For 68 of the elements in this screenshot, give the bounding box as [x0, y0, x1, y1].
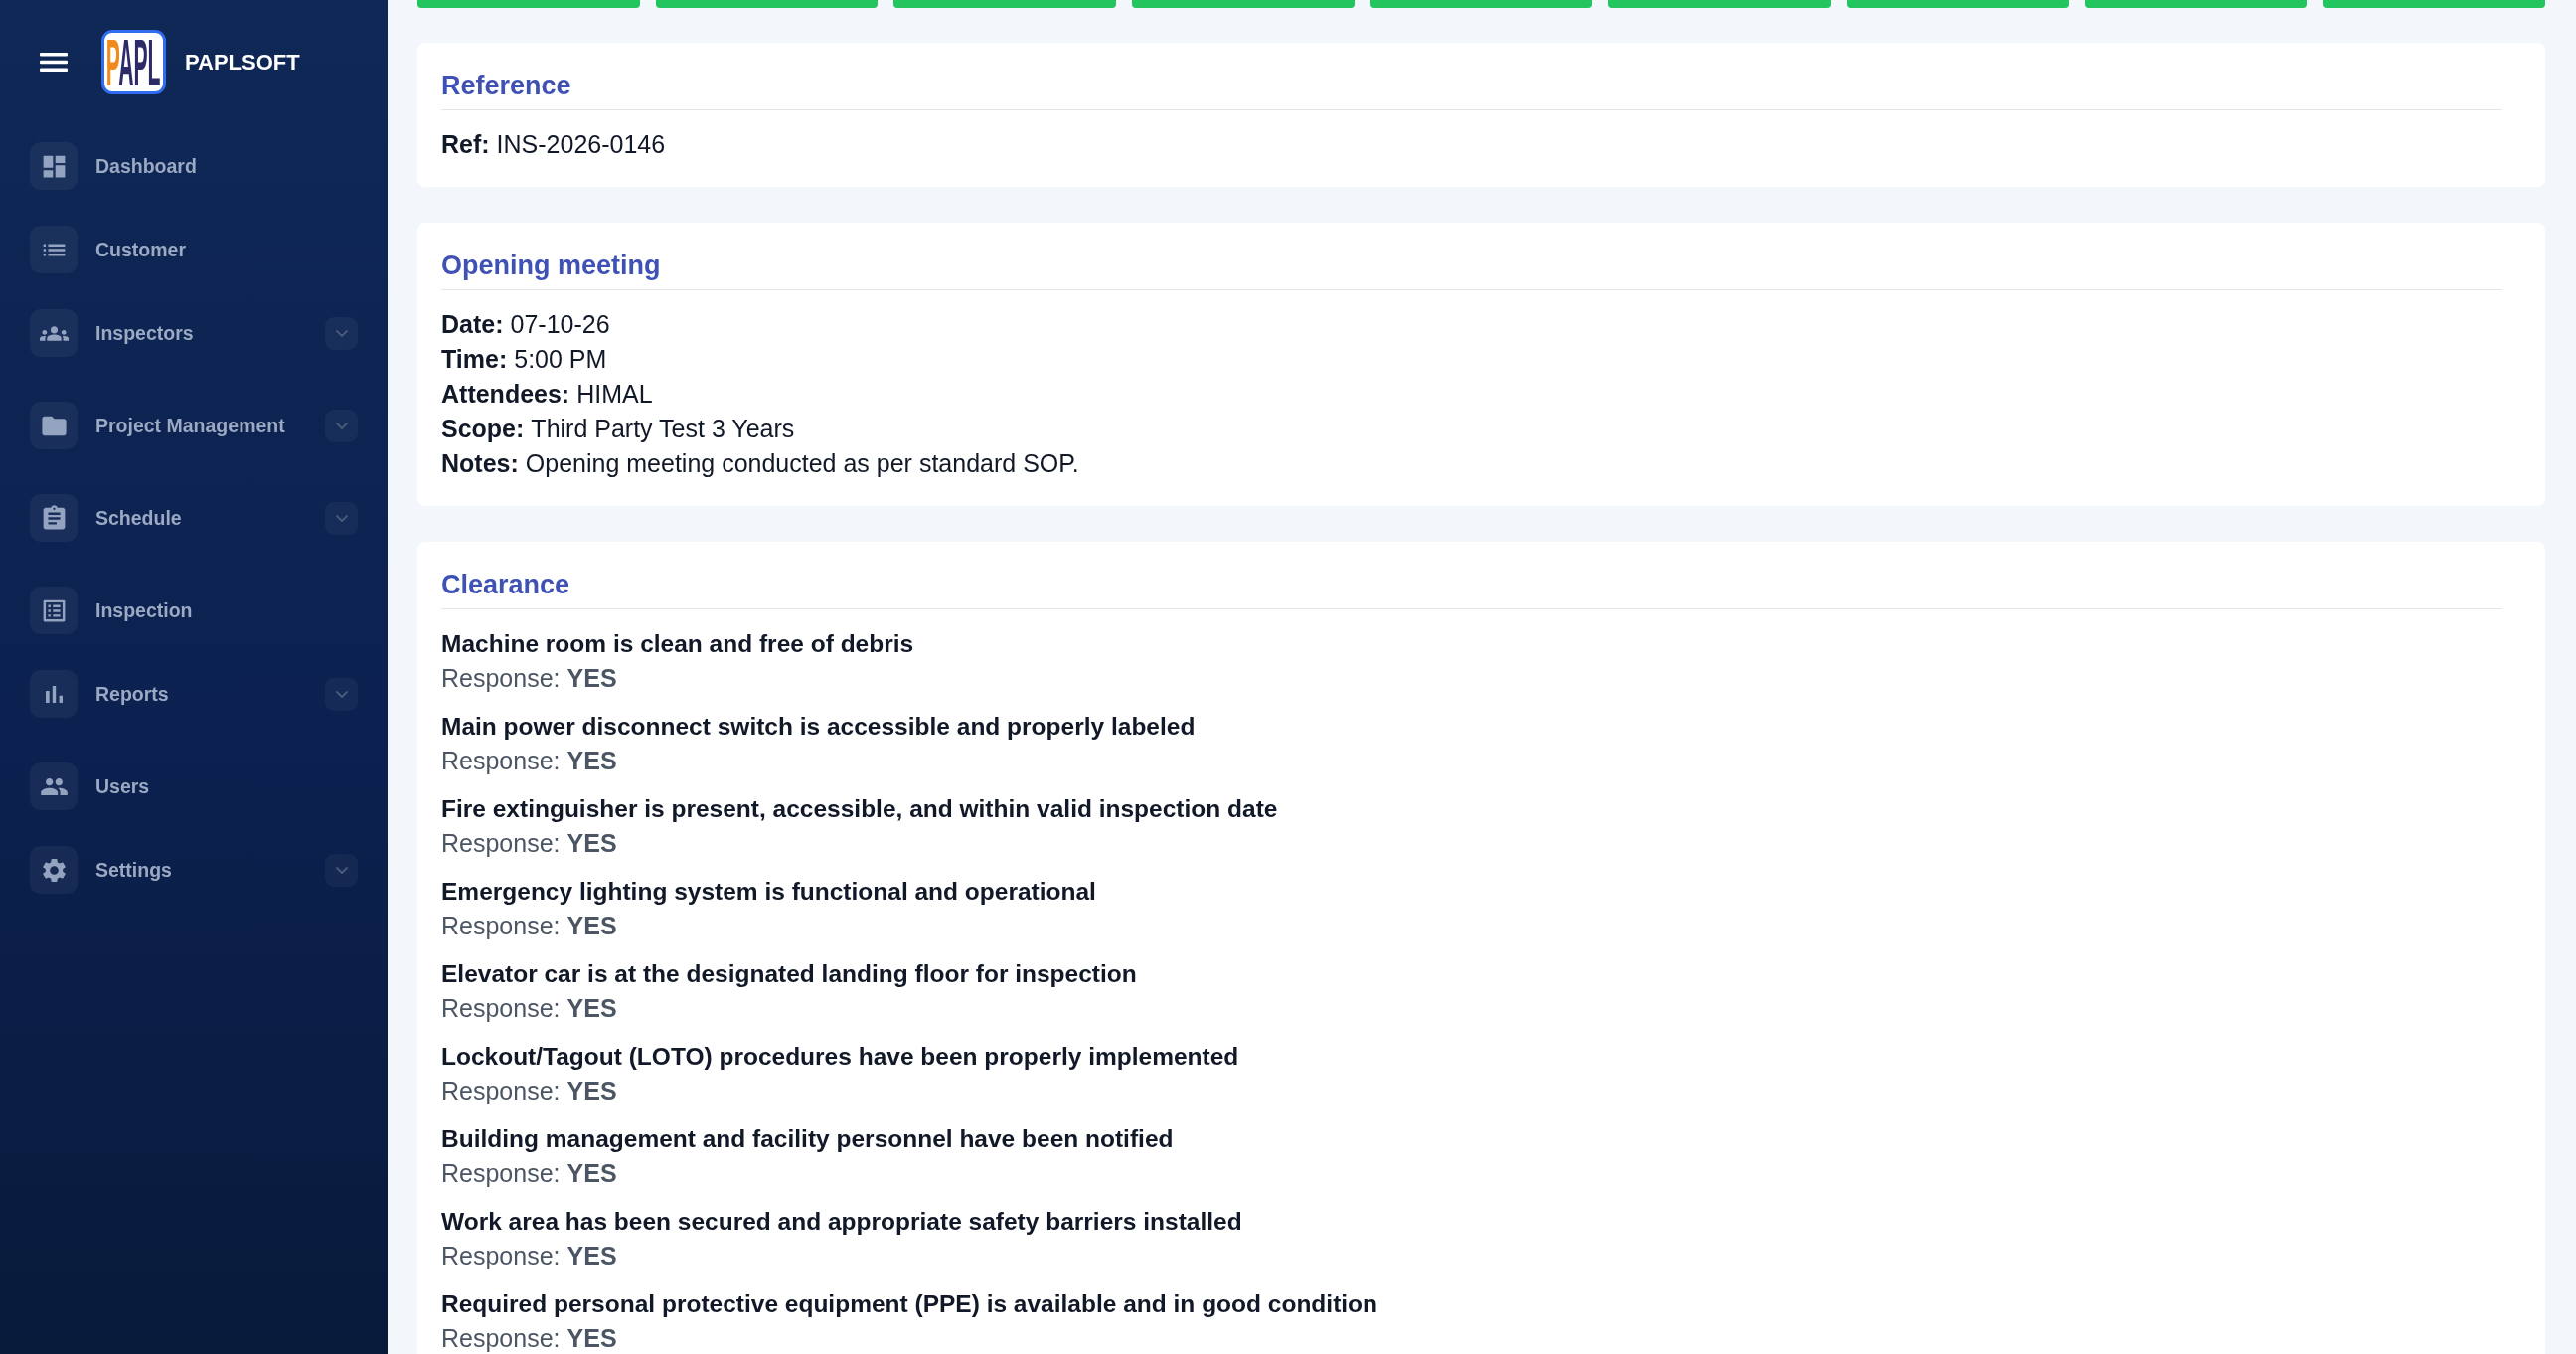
expand-button[interactable]	[325, 501, 358, 535]
sidebar-link[interactable]: Inspectors	[95, 321, 194, 345]
field-value: Opening meeting conducted as per standard SOP.	[525, 449, 1079, 477]
checklist-question: Machine room is clean and free of debris	[441, 630, 914, 657]
response-label: Response:	[441, 664, 561, 692]
expand-button[interactable]	[325, 677, 358, 711]
field-value: INS-2026-0146	[496, 130, 666, 158]
field-value: 5:00 PM	[514, 345, 607, 373]
logo: PAPL	[101, 30, 166, 94]
settings-icon	[30, 846, 78, 894]
people-group-icon	[30, 309, 78, 357]
response-value: YES	[566, 829, 617, 857]
list-box-icon	[30, 587, 78, 634]
response-value: YES	[566, 1242, 617, 1269]
response-value: YES	[566, 994, 617, 1022]
response-value: YES	[566, 1324, 617, 1352]
response-value: YES	[566, 912, 617, 939]
field-label: Notes:	[441, 449, 519, 477]
menu-icon[interactable]	[40, 53, 68, 72]
response-value: YES	[566, 664, 617, 692]
expand-button[interactable]	[325, 409, 358, 442]
field-label: Time:	[441, 345, 508, 373]
expand-button[interactable]	[325, 316, 358, 350]
field-value: Third Party Test 3 Years	[531, 415, 795, 442]
section-title: Clearance	[441, 570, 570, 599]
sidebar-link[interactable]: Schedule	[95, 506, 182, 530]
field-label: Scope:	[441, 415, 525, 442]
sidebar-link[interactable]: Inspection	[95, 598, 193, 622]
sidebar-link[interactable]: Settings	[95, 858, 172, 882]
field-label: Attendees:	[441, 380, 570, 408]
field-value: 07-10-26	[510, 310, 610, 338]
section-title: Reference	[441, 71, 571, 100]
sidebar-link[interactable]: Project Management	[95, 414, 285, 437]
layout-grid-icon	[30, 142, 78, 190]
field-label: Date:	[441, 310, 504, 338]
response-label: Response:	[441, 1242, 561, 1269]
people-icon	[30, 762, 78, 810]
response-label: Response:	[441, 1077, 561, 1104]
field-label: Ref:	[441, 130, 490, 158]
folder-icon	[30, 402, 78, 449]
response-label: Response:	[441, 912, 561, 939]
response-label: Response:	[441, 829, 561, 857]
response-value: YES	[566, 747, 617, 774]
checklist-question: Fire extinguisher is present, accessible, and within valid inspection date	[441, 795, 1278, 822]
expand-button[interactable]	[325, 853, 358, 887]
response-label: Response:	[441, 994, 561, 1022]
bar-chart-icon	[30, 670, 78, 718]
sidebar-link[interactable]: Reports	[95, 682, 169, 706]
checklist-question: Lockout/Tagout (LOTO) procedures have been properly implemented	[441, 1043, 1239, 1070]
response-label: Response:	[441, 747, 561, 774]
response-value: YES	[566, 1077, 617, 1104]
response-label: Response:	[441, 1159, 561, 1187]
sidebar-link[interactable]: Dashboard	[95, 154, 197, 178]
checklist-question: Required personal protective equipment (PPE) is available and in good condition	[441, 1290, 1378, 1317]
checklist-question: Building management and facility personnel have been notified	[441, 1125, 1174, 1152]
section-title: Opening meeting	[441, 251, 661, 280]
field-value: HIMAL	[576, 380, 653, 408]
checklist-question: Main power disconnect switch is accessible and properly labeled	[441, 713, 1196, 740]
checklist-question: Elevator car is at the designated landing floor for inspection	[441, 960, 1137, 987]
checklist-question: Emergency lighting system is functional and operational	[441, 878, 1096, 905]
list-icon	[30, 226, 78, 273]
sidebar-link[interactable]: Users	[95, 774, 150, 798]
checklist-question: Work area has been secured and appropriate safety barriers installed	[441, 1208, 1242, 1235]
response-label: Response:	[441, 1324, 561, 1352]
sidebar-link[interactable]: Customer	[95, 238, 187, 261]
clipboard-icon	[30, 494, 78, 542]
response-value: YES	[566, 1159, 617, 1187]
brand-name: PAPLSOFT	[185, 49, 300, 76]
